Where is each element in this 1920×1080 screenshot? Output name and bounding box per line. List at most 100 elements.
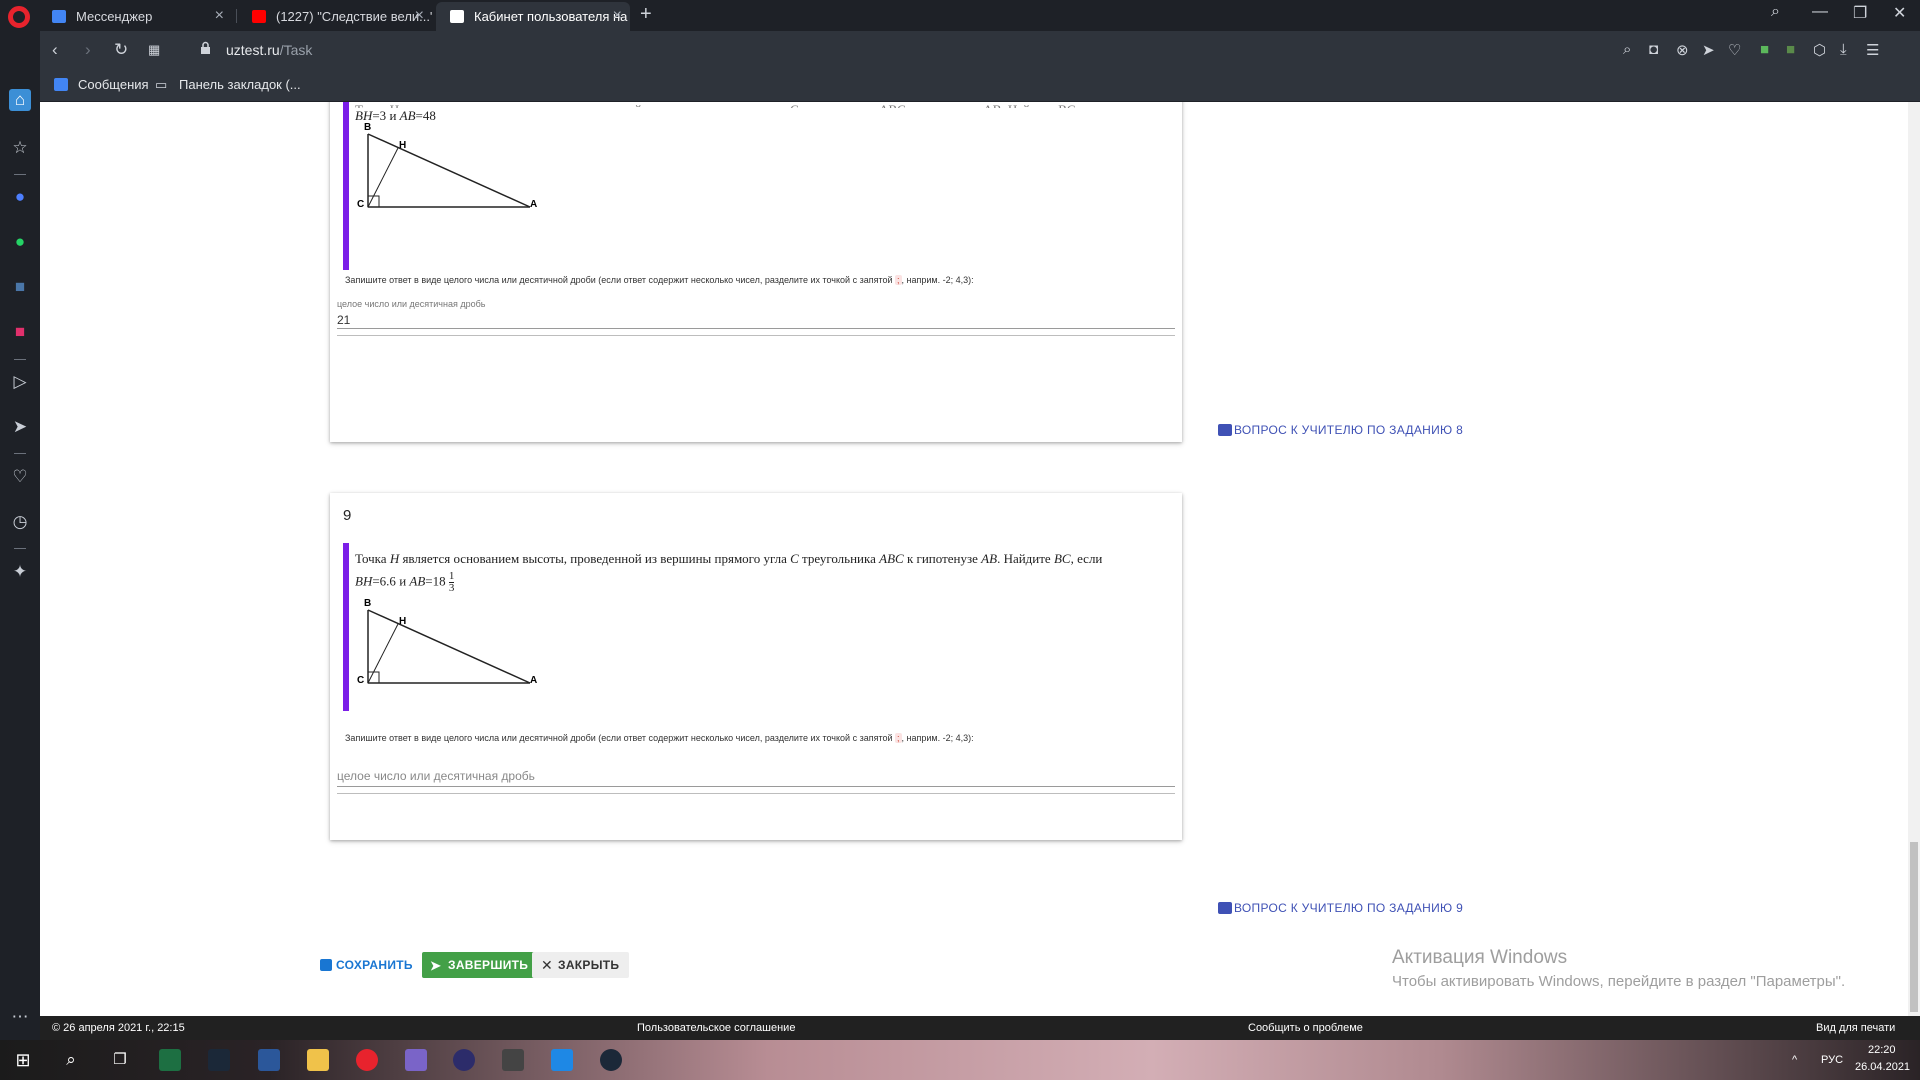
page-scrollbar[interactable] bbox=[1908, 102, 1920, 1016]
history-icon[interactable]: ◷ bbox=[9, 511, 31, 533]
var-c: C bbox=[790, 551, 799, 566]
bookmark-messages[interactable]: Сообщения bbox=[78, 77, 149, 92]
and-text: и bbox=[395, 573, 410, 589]
discord-icon[interactable] bbox=[405, 1049, 427, 1071]
instruction-text: Запишите ответ в виде целого числа или д… bbox=[345, 733, 893, 743]
instruction-tail: , наприм. -2; 4,3): bbox=[901, 275, 974, 285]
footer-print-link[interactable]: Вид для печати bbox=[1816, 1022, 1895, 1034]
answer-underline bbox=[337, 328, 1175, 329]
send-icon[interactable]: ➤ bbox=[9, 416, 31, 438]
messages-icon bbox=[54, 78, 68, 91]
tab-uztest[interactable]: Кабинет пользователя на × bbox=[436, 2, 630, 31]
answer-field[interactable]: целое число или десятичная дробь bbox=[337, 769, 535, 783]
messenger-icon[interactable]: ● bbox=[9, 186, 31, 208]
q-part: к гипотенузе bbox=[903, 551, 982, 566]
tab-youtube[interactable]: (1227) "Следствие вели..." × bbox=[238, 2, 432, 31]
restore-icon[interactable]: ❐ bbox=[1853, 3, 1867, 23]
reload-icon[interactable]: ↻ bbox=[114, 40, 128, 60]
ask-teacher-8-label: ВОПРОС К УЧИТЕЛЮ ПО ЗАДАНИЮ 8 bbox=[1234, 423, 1464, 437]
answer-underline-2 bbox=[337, 793, 1175, 794]
task-number: 9 bbox=[343, 507, 352, 524]
steam-icon[interactable] bbox=[208, 1049, 230, 1071]
triangle-figure: B H C A bbox=[357, 122, 537, 210]
task-card-8: Точка H является основанием высоты, пров… bbox=[330, 102, 1182, 442]
clock-time[interactable]: 22:20 bbox=[1868, 1044, 1896, 1056]
forward-icon[interactable]: › bbox=[85, 40, 91, 60]
footer-report-link[interactable]: Сообщить о проблеме bbox=[1248, 1022, 1363, 1034]
new-tab-button[interactable]: + bbox=[640, 3, 652, 26]
youtube-icon bbox=[252, 10, 266, 23]
back-icon[interactable]: ‹ bbox=[52, 40, 58, 60]
player-icon[interactable]: ▷ bbox=[9, 371, 31, 393]
save-button[interactable]: СОХРАНИТЬ bbox=[310, 952, 423, 978]
opera-sidebar: ⌂ ☆ ● ● ■ ■ ▷ ➤ ♡ ◷ ✦ ⋯ bbox=[0, 31, 40, 1048]
app-icon[interactable] bbox=[453, 1049, 475, 1071]
var-ab: AB bbox=[399, 108, 416, 123]
vertex-h-label: H bbox=[399, 616, 406, 627]
tray-chevron-icon[interactable]: ^ bbox=[1792, 1054, 1797, 1066]
send-icon[interactable]: ➤ bbox=[1702, 41, 1715, 59]
tab-messenger[interactable]: Мессенджер × bbox=[38, 2, 232, 31]
close-icon[interactable]: × bbox=[415, 7, 424, 25]
windows-start-icon[interactable]: ⊞ bbox=[12, 1049, 34, 1071]
word-icon[interactable] bbox=[258, 1049, 280, 1071]
camera-icon[interactable]: ◘ bbox=[1649, 41, 1658, 58]
close-button[interactable]: ✕ ЗАКРЫТЬ bbox=[532, 952, 630, 978]
finish-button[interactable]: ➤ ЗАВЕРШИТЬ bbox=[422, 952, 539, 978]
clock-date[interactable]: 26.04.2021 bbox=[1855, 1061, 1910, 1073]
tabs-grid-icon[interactable]: ▦ bbox=[148, 42, 160, 58]
answer-underline-2 bbox=[337, 335, 1175, 336]
lock-icon[interactable] bbox=[200, 41, 211, 55]
file-explorer-icon[interactable] bbox=[307, 1049, 329, 1071]
app-2-icon[interactable] bbox=[502, 1049, 524, 1071]
search-icon[interactable]: ⌕ bbox=[1623, 41, 1631, 58]
keyboard-language[interactable]: РУС bbox=[1821, 1054, 1843, 1066]
ask-teacher-8-link[interactable]: ВОПРОС К УЧИТЕЛЮ ПО ЗАДАНИЮ 8 bbox=[1218, 423, 1463, 437]
footer-agreement-link[interactable]: Пользовательское соглашение bbox=[637, 1022, 795, 1034]
lightbulb-icon[interactable]: ✦ bbox=[9, 561, 31, 583]
q-part: , если bbox=[1070, 551, 1103, 566]
var-bh: BH bbox=[355, 108, 373, 123]
opera-icon[interactable] bbox=[356, 1049, 378, 1071]
more-icon[interactable]: ⋯ bbox=[9, 1006, 31, 1028]
comment-icon bbox=[1218, 902, 1232, 914]
value-ab: =18 bbox=[425, 573, 446, 589]
windows-taskbar: ⊞ ⌕ ❐ ^ РУС 22:20 26.04.2021 bbox=[0, 1040, 1920, 1080]
messenger-icon bbox=[52, 10, 66, 23]
excel-icon[interactable] bbox=[159, 1049, 181, 1071]
page-icon bbox=[450, 10, 464, 23]
close-icon[interactable]: × bbox=[613, 7, 622, 25]
heart-icon[interactable]: ♡ bbox=[1728, 41, 1741, 59]
minimize-icon[interactable]: — bbox=[1812, 3, 1828, 21]
ask-teacher-9-link[interactable]: ВОПРОС К УЧИТЕЛЮ ПО ЗАДАНИЮ 9 bbox=[1218, 901, 1463, 915]
search-icon[interactable]: ⌕ bbox=[60, 1049, 82, 1071]
bookmark-panel[interactable]: Панель закладок (... bbox=[179, 77, 301, 92]
url-field[interactable]: uztest.ru/Task bbox=[226, 42, 312, 58]
opera-logo-icon[interactable] bbox=[8, 6, 30, 28]
extension-icon[interactable]: ■ bbox=[1760, 41, 1769, 58]
window-close-icon[interactable]: ✕ bbox=[1893, 3, 1906, 23]
close-icon[interactable]: × bbox=[215, 7, 224, 25]
vk-icon[interactable]: ■ bbox=[9, 276, 31, 298]
answer-field[interactable]: 21 bbox=[337, 313, 350, 327]
steam-2-icon[interactable] bbox=[600, 1049, 622, 1071]
fraction: 1 3 bbox=[448, 571, 455, 594]
tab-strip: Мессенджер × (1227) "Следствие вели..." … bbox=[0, 0, 1920, 31]
search-tabs-icon[interactable]: ⌕ bbox=[1771, 3, 1780, 21]
home-icon[interactable]: ⌂ bbox=[9, 89, 31, 111]
cube-icon[interactable]: ⬡ bbox=[1813, 41, 1826, 59]
whatsapp-icon[interactable]: ● bbox=[9, 231, 31, 253]
instagram-icon[interactable]: ■ bbox=[9, 321, 31, 343]
var-bc: BC bbox=[1053, 551, 1071, 566]
task-view-icon[interactable]: ❐ bbox=[109, 1049, 131, 1071]
page-footer: © 26 апреля 2021 г., 22:15 Пользовательс… bbox=[40, 1016, 1920, 1040]
menu-icon[interactable]: ☰ bbox=[1866, 41, 1879, 59]
app-3-icon[interactable] bbox=[551, 1049, 573, 1071]
heart-icon[interactable]: ♡ bbox=[9, 466, 31, 488]
scrollbar-thumb[interactable] bbox=[1910, 842, 1918, 1012]
adblock-icon[interactable]: ⊗ bbox=[1676, 41, 1689, 59]
star-icon[interactable]: ☆ bbox=[9, 137, 31, 159]
extension-2-icon[interactable]: ■ bbox=[1786, 41, 1795, 58]
question-condition: BH=6.6 и AB=18 1 3 bbox=[355, 571, 455, 594]
download-icon[interactable]: ⤓ bbox=[1840, 41, 1847, 58]
